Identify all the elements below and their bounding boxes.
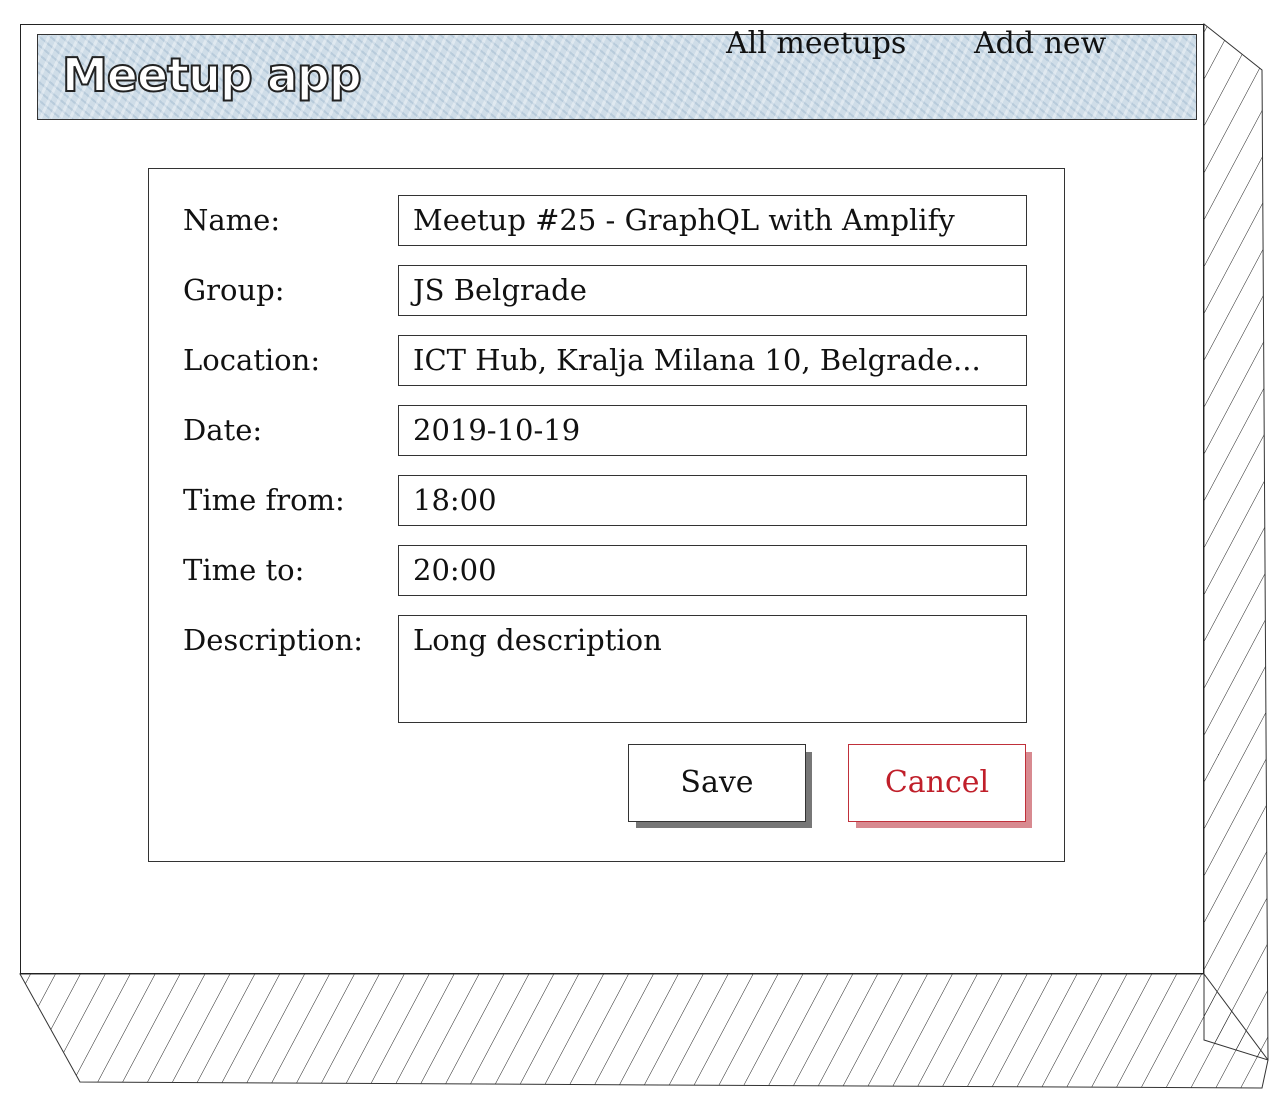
description-textarea[interactable]: Long description [398,615,1027,723]
app-title: Meetup app [61,47,363,103]
date-label: Date: [183,413,263,447]
time-to-input[interactable]: 20:00 [398,545,1027,596]
description-label: Description: [183,623,364,657]
name-input[interactable]: Meetup #25 - GraphQL with Amplify [398,195,1027,246]
location-input[interactable]: ICT Hub, Kralja Milana 10, Belgrade... [398,335,1027,386]
time-from-input[interactable]: 18:00 [398,475,1027,526]
name-label: Name: [183,203,281,237]
group-label: Group: [183,273,285,307]
date-input[interactable]: 2019-10-19 [398,405,1027,456]
cancel-button[interactable]: Cancel [848,744,1026,822]
nav-add-new[interactable]: Add new [974,24,1106,64]
wireframe-stage: Meetup app All meetups Add new Name: Mee… [0,0,1283,1111]
nav-all-meetups[interactable]: All meetups [726,24,906,64]
save-button[interactable]: Save [628,744,806,822]
time-from-label: Time from: [183,483,345,517]
time-to-label: Time to: [183,553,305,587]
location-label: Location: [183,343,321,377]
group-input[interactable]: JS Belgrade [398,265,1027,316]
